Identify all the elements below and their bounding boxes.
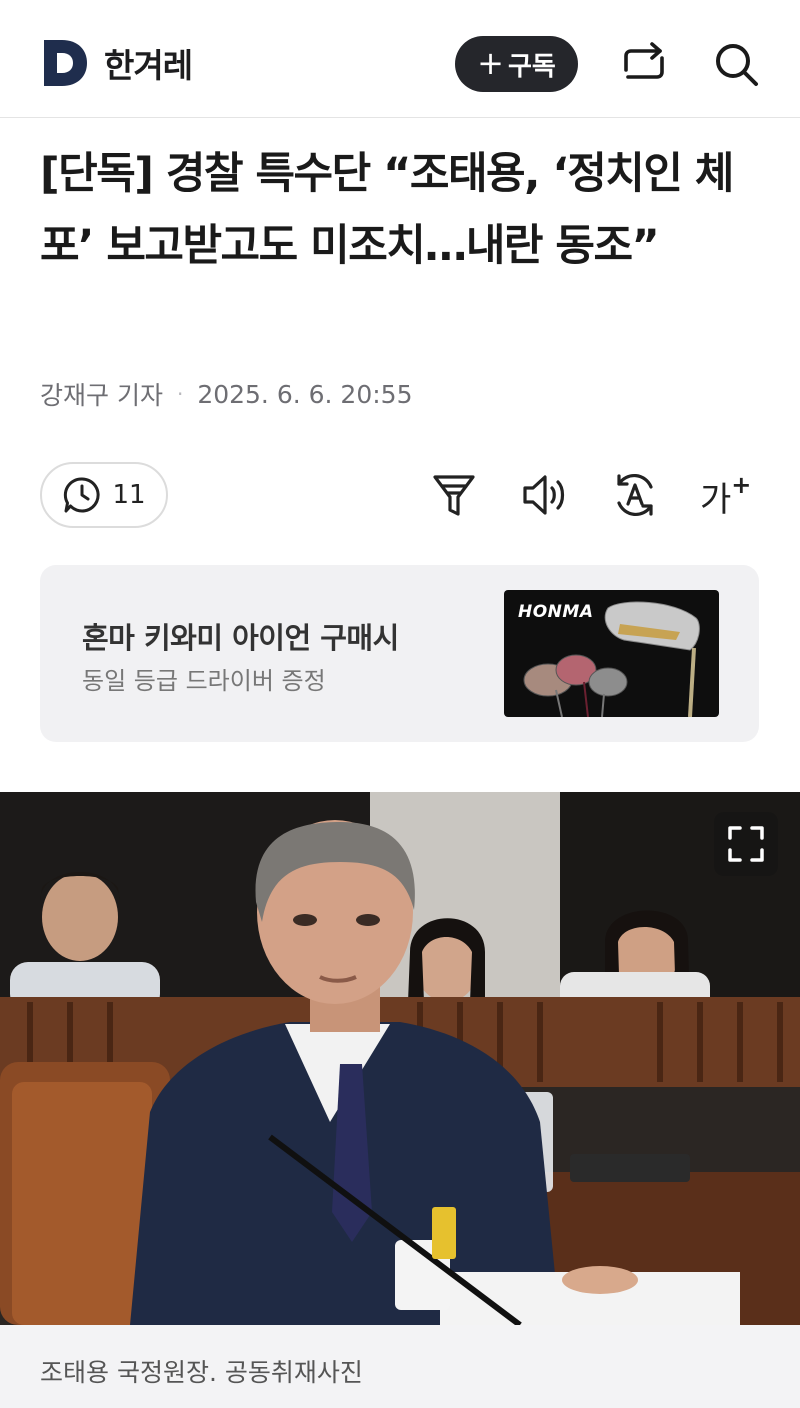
reporter-name[interactable]: 강재구 기자: [40, 376, 163, 412]
caption-text: 조태용 국정원장. 공동취재사진: [40, 1358, 363, 1387]
article-photo[interactable]: [0, 792, 800, 1325]
fullscreen-icon: [728, 826, 764, 862]
article-title: [단독] 경찰 특수단 “조태용, ‘정치인 체포’ 보고받고도 미조치…내란 …: [40, 149, 734, 271]
article-byline: 강재구 기자 · 2025. 6. 6. 20:55: [40, 376, 412, 412]
subscribe-button[interactable]: + 구독: [455, 36, 578, 92]
fullscreen-button[interactable]: [714, 812, 778, 876]
ad-banner[interactable]: 혼마 키와미 아이언 구매시 동일 등급 드라이버 증정 HONMA: [40, 565, 759, 742]
brand-name: 한겨레: [104, 46, 193, 85]
byline-separator: ·: [176, 382, 184, 406]
ad-brand-logo: HONMA: [518, 602, 594, 622]
ad-subtitle: 동일 등급 드라이버 증정: [82, 667, 326, 695]
brand-logo[interactable]: 한겨레: [40, 38, 193, 88]
font-size-icon[interactable]: 가+: [700, 470, 756, 522]
font-size-plus: +: [731, 470, 752, 499]
translate-icon[interactable]: [611, 470, 659, 520]
subscribe-label: 구독: [507, 51, 556, 82]
hearing-room-photo: [0, 792, 800, 1325]
comment-count: 11: [112, 480, 146, 510]
font-size-label: 가: [700, 480, 732, 520]
share-icon[interactable]: [620, 40, 668, 88]
plus-icon: +: [477, 43, 504, 82]
comment-button[interactable]: 11: [40, 462, 168, 528]
logo-d-icon: [44, 40, 87, 86]
search-icon[interactable]: [712, 40, 760, 88]
ad-product-image: HONMA: [504, 590, 719, 717]
photo-caption: 조태용 국정원장. 공동취재사진: [0, 1325, 800, 1408]
speaker-icon[interactable]: [521, 470, 569, 520]
publish-date: 2025. 6. 6. 20:55: [197, 379, 413, 409]
comment-clock-icon: [64, 477, 101, 513]
top-header: 한겨레 + 구독: [0, 0, 800, 118]
filter-icon[interactable]: [430, 470, 478, 520]
ad-title: 혼마 키와미 아이언 구매시: [82, 621, 399, 655]
